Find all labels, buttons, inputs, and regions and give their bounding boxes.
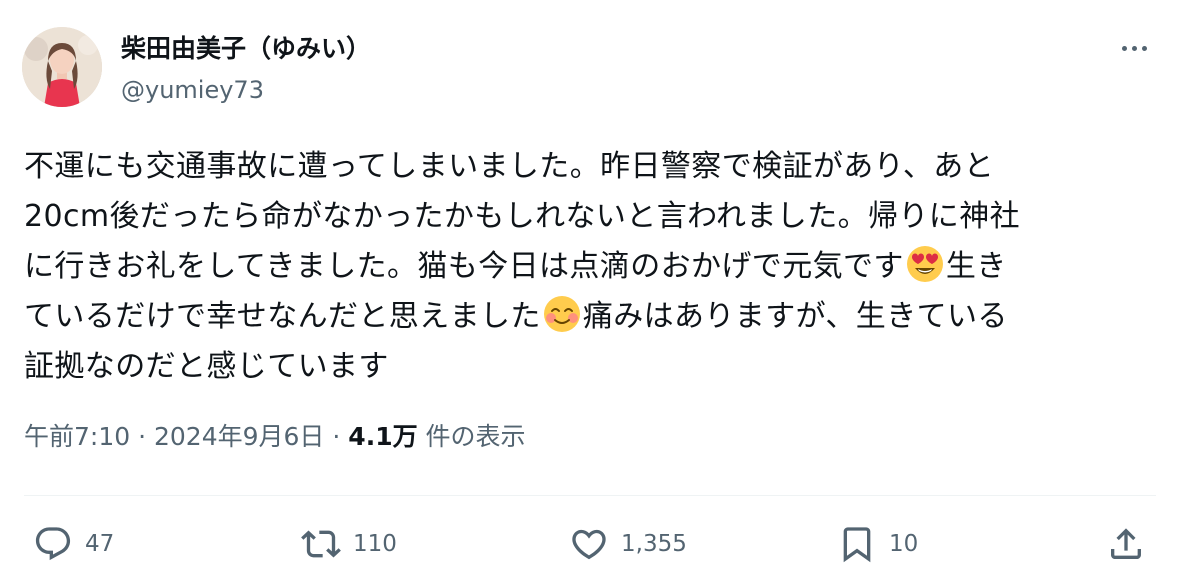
tweet-text: 不運にも交通事故に遭ってしまいました。昨日警察で検証があり、あと 20cm後だっ… [24, 142, 1164, 392]
tweet-text-segment: 20cm後だったら命がなかったかもしれないと言われました。帰りに神社 [24, 199, 1020, 234]
retweet-count: 110 [353, 531, 397, 557]
smiling-face-with-heart-eyes-emoji [906, 246, 943, 282]
action-bar: 47 110 1,355 10 [0, 518, 1188, 570]
tweet-line: に行きお礼をしてきました。猫も今日は点滴のおかげで元気です 生き [24, 242, 1164, 292]
user-handle[interactable]: @yumiey73 [121, 74, 264, 106]
share-button[interactable] [1106, 518, 1146, 570]
bookmark-icon [843, 527, 871, 563]
meta-separator: · [138, 422, 147, 451]
tweet-meta: 午前7:10 · 2024年9月6日 · 4.1万 件の表示 [24, 419, 526, 455]
tweet-text-segment: 生き [945, 249, 1007, 284]
heart-icon [572, 529, 606, 560]
divider [24, 495, 1156, 496]
more-options-icon [1131, 45, 1137, 51]
tweet-line: 20cm後だったら命がなかったかもしれないと言われました。帰りに神社 [24, 192, 1164, 242]
tweet-line: 不運にも交通事故に遭ってしまいました。昨日警察で検証があり、あと [24, 142, 1164, 192]
views-count: 4.1万 [348, 422, 418, 451]
tweet-line: 証拠なのだと感じています [24, 342, 1164, 392]
reply-icon [35, 527, 71, 561]
share-icon [1111, 528, 1141, 559]
tweet-time[interactable]: 午前7:10 [24, 422, 130, 451]
tweet-line: ているだけで幸せなんだと思えました 痛みはありますが、生きている [24, 292, 1164, 342]
bookmark-button[interactable]: 10 [837, 518, 918, 570]
like-button[interactable]: 1,355 [569, 518, 687, 570]
display-name[interactable]: 柴田由美子（ゆみい） [121, 33, 371, 65]
more-options-icon [1121, 45, 1127, 51]
bookmark-count: 10 [889, 531, 919, 557]
tweet-text-segment: 痛みはありますが、生きている [582, 299, 1008, 334]
tweet-date[interactable]: 2024年9月6日 [154, 422, 324, 451]
reply-count: 47 [85, 531, 115, 557]
avatar-photo [22, 27, 102, 107]
more-options-button[interactable] [1114, 32, 1154, 64]
avatar[interactable] [22, 27, 102, 107]
views-label: 件の表示 [425, 422, 526, 451]
meta-separator: · [332, 422, 341, 451]
tweet-text-segment: 不運にも交通事故に遭ってしまいました。昨日警察で検証があり、あと [24, 149, 995, 184]
tweet-text-segment: 証拠なのだと感じています [24, 349, 389, 384]
reply-button[interactable]: 47 [33, 518, 114, 570]
retweet-button[interactable]: 110 [301, 518, 397, 570]
tweet-text-segment: ているだけで幸せなんだと思えました [24, 299, 541, 334]
more-options-icon [1141, 45, 1147, 51]
smiling-face-emoji [543, 296, 580, 332]
like-count: 1,355 [621, 531, 687, 557]
retweet-icon [301, 530, 341, 558]
tweet-text-segment: に行きお礼をしてきました。猫も今日は点滴のおかげで元気です [24, 249, 904, 284]
